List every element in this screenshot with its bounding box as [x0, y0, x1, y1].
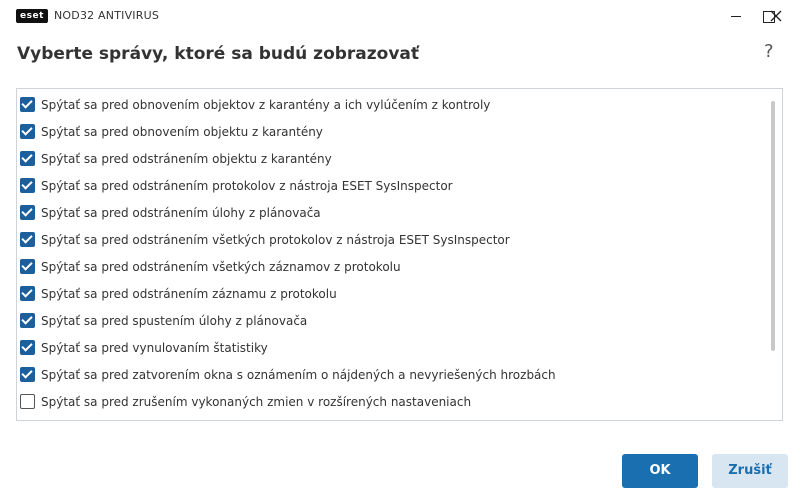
close-icon[interactable] — [768, 8, 784, 24]
list-item[interactable]: Spýtať sa pred spustením úlohy z plánova… — [17, 307, 767, 334]
message-checkbox[interactable] — [20, 178, 35, 193]
cancel-button[interactable]: Zrušiť — [712, 454, 788, 488]
app-name: NOD32 ANTIVIRUS — [54, 9, 160, 22]
message-checkbox[interactable] — [20, 232, 35, 247]
ok-button[interactable]: OK — [622, 454, 698, 488]
message-label: Spýtať sa pred odstránením všetkých zázn… — [41, 260, 401, 274]
message-checkbox[interactable] — [20, 151, 35, 166]
message-label: Spýtať sa pred odstránením záznamu z pro… — [41, 287, 337, 301]
message-label: Spýtať sa pred odstránením objektu z kar… — [41, 152, 332, 166]
message-checkbox[interactable] — [20, 340, 35, 355]
message-checkbox[interactable] — [20, 205, 35, 220]
message-label: Spýtať sa pred zrušením vykonaných zmien… — [41, 395, 472, 409]
list-item[interactable]: Spýtať sa pred obnovením objektov z kara… — [17, 91, 767, 118]
message-checkbox[interactable] — [20, 367, 35, 382]
list-item[interactable]: Spýtať sa pred vynulovaním štatistiky — [17, 334, 767, 361]
message-checkbox[interactable] — [20, 97, 35, 112]
help-icon[interactable]: ? — [764, 41, 774, 63]
message-checkbox[interactable] — [20, 394, 35, 409]
list-item[interactable]: Spýtať sa pred zatvorením okna s oznámen… — [17, 361, 767, 388]
list-item[interactable]: Spýtať sa pred odstránením úlohy z pláno… — [17, 199, 767, 226]
message-label: Spýtať sa pred odstránením protokolov z … — [41, 179, 453, 193]
message-label: Spýtať sa pred odstránením úlohy z pláno… — [41, 206, 321, 220]
message-label: Spýtať sa pred obnovením objektov z kara… — [41, 98, 491, 112]
list-item[interactable]: Spýtať sa pred odstránením protokolov z … — [17, 172, 767, 199]
minimize-button[interactable] — [720, 0, 752, 32]
message-label: Spýtať sa pred spustením úlohy z plánova… — [41, 314, 308, 328]
list-item[interactable]: Spýtať sa pred odstránením záznamu z pro… — [17, 280, 767, 307]
dialog-header: Vyberte správy, ktoré sa budú zobrazovať… — [0, 32, 800, 80]
list-item[interactable]: Spýtať sa pred obnovením objektu z karan… — [17, 118, 767, 145]
message-checkbox[interactable] — [20, 124, 35, 139]
dialog-footer: OK Zrušiť — [0, 430, 800, 500]
message-label: Spýtať sa pred zatvorením okna s oznámen… — [41, 368, 556, 382]
message-checkbox[interactable] — [20, 313, 35, 328]
message-label: Spýtať sa pred odstránením všetkých prot… — [41, 233, 510, 247]
message-label: Spýtať sa pred obnovením objektu z karan… — [41, 125, 323, 139]
page-title: Vyberte správy, ktoré sa budú zobrazovať — [17, 44, 420, 64]
message-label: Spýtať sa pred vynulovaním štatistiky — [41, 341, 268, 355]
list-item[interactable] — [17, 415, 767, 420]
list-item[interactable]: Spýtať sa pred zrušením vykonaných zmien… — [17, 388, 767, 415]
message-checkbox[interactable] — [20, 286, 35, 301]
message-list: Spýtať sa pred obnovením objektov z kara… — [16, 88, 783, 421]
eset-logo: eset — [16, 9, 48, 23]
list-item[interactable]: Spýtať sa pred odstránením všetkých zázn… — [17, 253, 767, 280]
message-checkbox[interactable] — [20, 259, 35, 274]
list-item[interactable]: Spýtať sa pred odstránením všetkých prot… — [17, 226, 767, 253]
list-item[interactable]: Spýtať sa pred odstránením objektu z kar… — [17, 145, 767, 172]
list-scrollbar[interactable] — [771, 101, 775, 351]
title-bar: eset NOD32 ANTIVIRUS — [0, 0, 800, 32]
